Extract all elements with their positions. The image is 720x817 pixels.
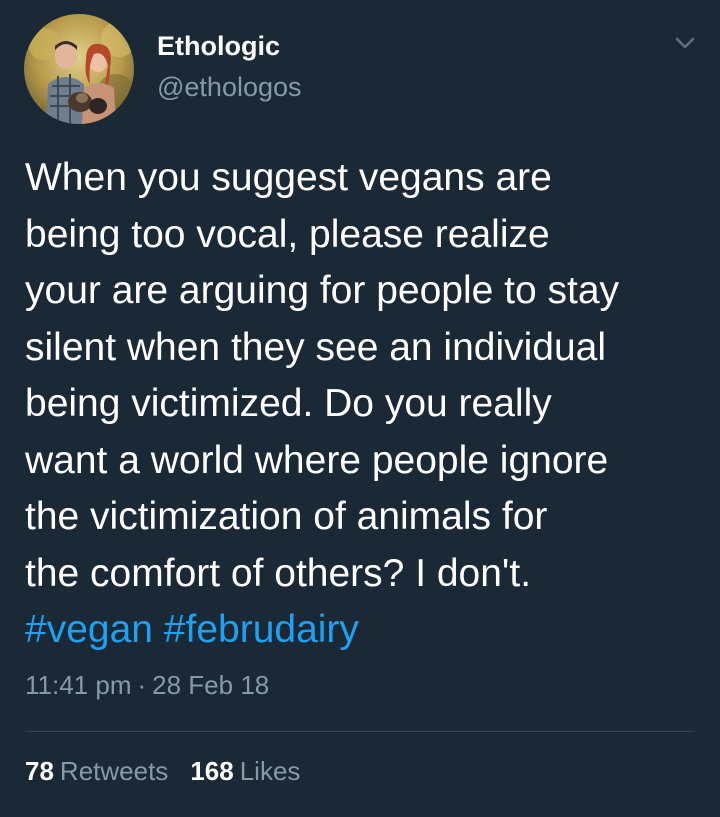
avatar[interactable] (24, 14, 134, 124)
tweet-date: 28 Feb 18 (152, 670, 270, 700)
tweet-text-line: the victimization of animals for (25, 495, 548, 538)
retweets-count: 78 (25, 756, 54, 786)
tweet-text-line: being too vocal, please realize (25, 212, 550, 256)
hashtag-februdairy-link[interactable]: #februdairy (164, 608, 359, 651)
author-handle[interactable]: @ethologos (157, 72, 302, 103)
author-display-name[interactable]: Ethologic (157, 31, 280, 62)
avatar-photo (24, 14, 134, 124)
likes-label: Likes (239, 756, 301, 786)
retweets-stat[interactable]: 78 Retweets (25, 756, 168, 786)
retweets-label: Retweets (59, 756, 169, 786)
tweet-timestamp[interactable]: 11:41 pm · 28 Feb 18 (25, 670, 269, 701)
divider (25, 731, 695, 732)
tweet-text-line: being victimized. Do you really (25, 382, 552, 425)
tweet-text-line: When you suggest vegans are (25, 156, 552, 199)
tweet-text: When you suggest vegans are being too vo… (25, 150, 710, 659)
engagement-stats: 78 Retweets 168 Likes (25, 756, 322, 787)
likes-stat[interactable]: 168 Likes (190, 756, 300, 786)
chevron-down-icon[interactable] (668, 28, 702, 58)
hashtag-row: #vegan #februdairy (25, 602, 710, 659)
tweet-text-line: your are arguing for people to stay (25, 269, 620, 312)
tweet-time: 11:41 pm (25, 670, 132, 700)
tweet-detail: Ethologic @ethologos When you suggest ve… (0, 0, 720, 817)
hashtag-vegan-link[interactable]: #vegan (25, 608, 153, 651)
tweet-text-line: silent when they see an individual (25, 325, 607, 369)
likes-count: 168 (190, 756, 234, 786)
tweet-text-line: want a world where people ignore (25, 438, 609, 482)
timestamp-separator: · (137, 670, 147, 700)
tweet-text-line: the comfort of others? I don't. (25, 551, 532, 595)
